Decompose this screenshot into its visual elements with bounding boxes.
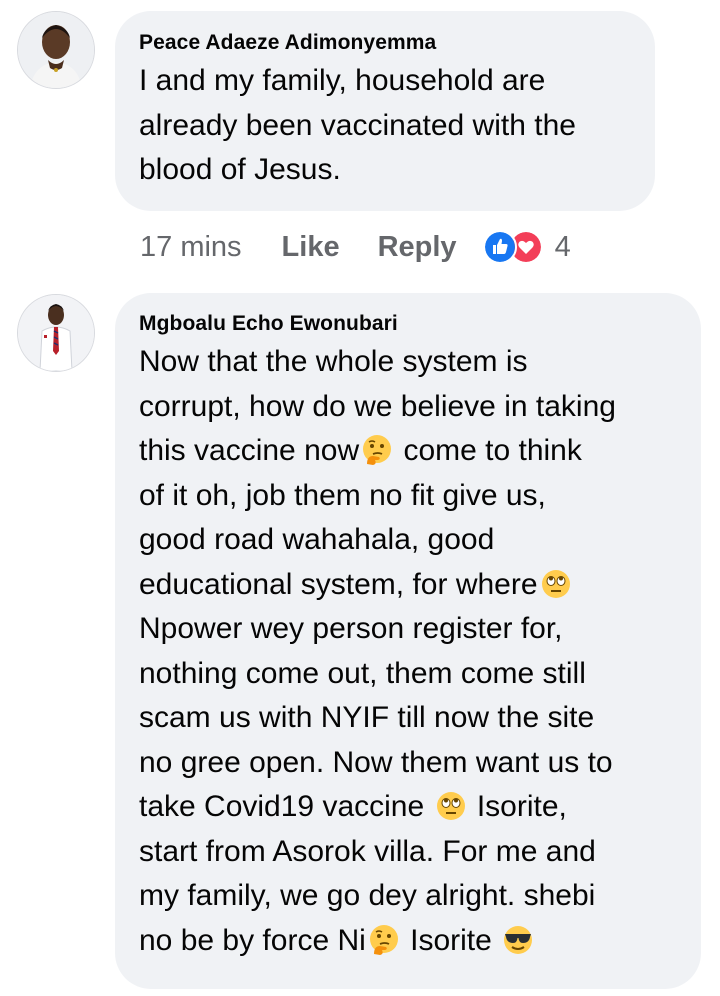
avatar[interactable] bbox=[17, 11, 95, 89]
eye-roll-face-icon bbox=[541, 569, 570, 598]
sunglasses-face-icon bbox=[504, 925, 533, 954]
comment-line: this vaccine now bbox=[139, 434, 360, 467]
comment-line: no gree open. Now them want us to bbox=[139, 745, 613, 779]
like-button[interactable]: Like bbox=[282, 231, 340, 264]
reply-button[interactable]: Reply bbox=[378, 231, 457, 264]
avatar[interactable] bbox=[17, 294, 95, 372]
avatar-photo-icon bbox=[18, 12, 94, 88]
eye-roll-face-icon bbox=[436, 792, 465, 820]
comment-line: good road wahahala, good bbox=[139, 523, 495, 556]
like-reaction-icon bbox=[482, 230, 517, 264]
comment-actions: 17 mins Like Reply 4 bbox=[140, 225, 571, 269]
comment-line: corrupt, how do we believe in taking bbox=[139, 389, 616, 423]
comment-bubble: Peace Adaeze Adimonyemma I and my family… bbox=[115, 11, 655, 211]
comment-line: my family, we go dey alright. shebi bbox=[139, 879, 596, 912]
comment-line: I and my family, household are bbox=[139, 64, 546, 97]
avatar-photo-icon bbox=[18, 295, 94, 371]
thinking-face-icon bbox=[369, 924, 398, 955]
comment-author[interactable]: Mgboalu Echo Ewonubari bbox=[139, 310, 677, 338]
comment-line: nothing come out, them come still bbox=[139, 656, 586, 690]
comment-author[interactable]: Peace Adaeze Adimonyemma bbox=[139, 29, 631, 57]
comment-line: Npower wey person register for, bbox=[139, 612, 563, 645]
comment-line: no be by force Ni bbox=[139, 923, 366, 957]
comment-line: start from Asorok villa. For me and bbox=[139, 834, 596, 868]
comment-line: take Covid19 vaccine bbox=[139, 790, 433, 823]
comment-timestamp[interactable]: 17 mins bbox=[140, 231, 242, 264]
comment-line: Isorite bbox=[401, 923, 501, 957]
comment-line: come to think bbox=[395, 434, 582, 467]
comment-line: educational system, for where bbox=[139, 567, 538, 601]
comment-bubble: Mgboalu Echo Ewonubari Now that the whol… bbox=[115, 293, 701, 989]
comment-text: I and my family, household are already be… bbox=[139, 59, 631, 193]
thinking-face-icon bbox=[363, 435, 392, 465]
comment-line: scam us with NYIF till now the site bbox=[139, 701, 595, 734]
comment-line: Isorite, bbox=[468, 790, 567, 823]
comment-line: of it oh, job them no fit give us, bbox=[139, 478, 546, 512]
comment-text: Now that the whole system is corrupt, how… bbox=[139, 340, 677, 963]
comment-line: blood of Jesus. bbox=[139, 153, 341, 186]
reactions-summary[interactable]: 4 bbox=[482, 230, 571, 264]
comment-line: Now that the whole system is bbox=[139, 345, 528, 378]
comment-line: already been vaccinated with the bbox=[139, 108, 576, 142]
reaction-count: 4 bbox=[554, 230, 571, 263]
